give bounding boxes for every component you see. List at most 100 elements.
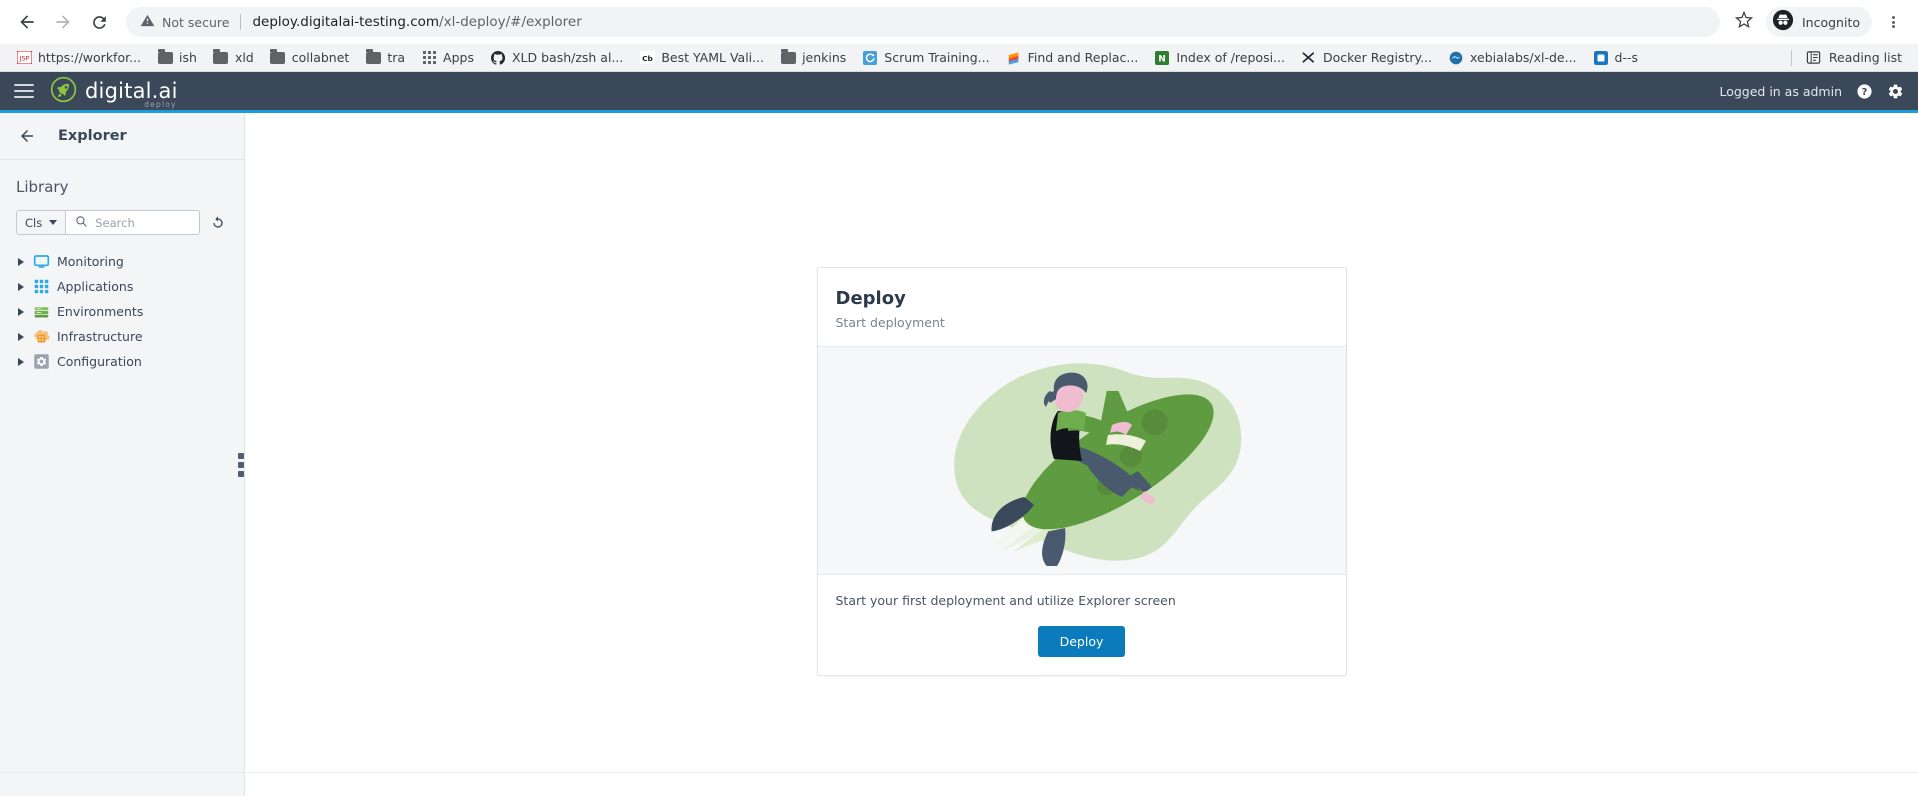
browser-toolbar: Not secure deploy.digitalai-testing.com/… — [0, 0, 1918, 44]
browser-menu-button[interactable] — [1878, 7, 1908, 37]
bookmark-item-apps[interactable]: Apps — [413, 47, 482, 69]
apps-grid-icon — [421, 50, 437, 66]
infrastructure-icon — [33, 328, 50, 345]
omnibox-divider — [240, 14, 242, 30]
browser-chrome: Not secure deploy.digitalai-testing.com/… — [0, 0, 1918, 72]
user-status-label: Logged in as admin — [1719, 83, 1842, 99]
deploy-card-header: Deploy Start deployment — [817, 268, 1346, 347]
hamburger-menu-icon[interactable] — [14, 84, 34, 98]
main-content: Deploy Start deployment Start your first… — [245, 113, 1918, 772]
bookmark-item[interactable]: Find and Replac... — [998, 47, 1147, 69]
profile-incognito-button[interactable]: Incognito — [1765, 7, 1872, 37]
bookmark-item[interactable]: xebialabs/xl-de... — [1440, 47, 1585, 69]
bookmarks-divider — [1790, 49, 1792, 66]
bookmark-item[interactable]: Cb Best YAML Vali... — [631, 47, 772, 69]
folder-icon — [365, 48, 381, 66]
triangle-right-icon[interactable] — [16, 282, 26, 291]
deploy-card: Deploy Start deployment Start your first… — [816, 267, 1347, 676]
monitor-icon — [33, 253, 50, 270]
bookmark-item[interactable]: JSP https://workfor... — [8, 47, 149, 69]
tree-item-infrastructure[interactable]: Infrastructure — [6, 324, 244, 349]
bookmark-label: Best YAML Vali... — [661, 50, 765, 65]
deploy-button-row: Deploy — [836, 625, 1328, 657]
address-bar[interactable]: Not secure deploy.digitalai-testing.com/… — [126, 7, 1720, 37]
bookmark-item[interactable]: Docker Registry... — [1293, 47, 1440, 69]
deploy-card-illustration — [817, 346, 1346, 575]
refresh-icon[interactable] — [208, 213, 228, 233]
tree-item-configuration[interactable]: Configuration — [6, 349, 244, 374]
bookmark-label: jenkins — [802, 50, 847, 65]
tree-item-label: Applications — [57, 279, 134, 294]
reload-icon — [90, 13, 109, 32]
bookmark-label: https://workfor... — [38, 50, 142, 65]
warning-triangle-icon — [140, 13, 155, 32]
sidebar-header: Explorer — [0, 113, 244, 160]
toolbar-right-group: Incognito — [1728, 6, 1908, 38]
brand-name: digital.ai deploy — [85, 78, 178, 109]
blue-square-icon — [1593, 50, 1609, 66]
triangle-right-icon[interactable] — [16, 257, 26, 266]
bookmark-label: Docker Registry... — [1322, 50, 1433, 65]
bookmark-button[interactable] — [1728, 6, 1760, 38]
page-bottom — [0, 772, 1918, 796]
explorer-sidebar: Explorer Library Cls Search Monitoring A… — [0, 113, 245, 772]
tree-item-applications[interactable]: Applications — [6, 274, 244, 299]
forward-button[interactable] — [46, 5, 80, 39]
bookmark-item[interactable]: XLD bash/zsh al... — [482, 47, 631, 69]
incognito-icon — [1772, 9, 1794, 35]
security-label: Not secure — [162, 14, 230, 30]
sublime-icon — [1006, 50, 1022, 66]
bookmark-item[interactable]: jenkins — [772, 47, 854, 69]
drag-handle-icon[interactable] — [238, 453, 244, 477]
security-indicator[interactable]: Not secure — [140, 13, 229, 32]
app-brand[interactable]: digital.ai deploy — [50, 76, 178, 109]
gear-icon[interactable] — [1887, 83, 1904, 100]
sidebar-back-button[interactable] — [18, 127, 36, 145]
bookmark-label: xebialabs/xl-de... — [1470, 50, 1577, 65]
tree-item-label: Monitoring — [57, 254, 124, 269]
workspace: Explorer Library Cls Search Monitoring A… — [0, 113, 1918, 772]
bookmark-item[interactable]: N Index of /reposi... — [1146, 47, 1293, 69]
search-input[interactable] — [95, 215, 190, 230]
jsp-favicon: JSP — [16, 50, 32, 66]
reading-list-button[interactable]: Reading list — [1798, 47, 1910, 69]
tree-item-label: Infrastructure — [57, 329, 143, 344]
library-heading: Library — [16, 178, 69, 196]
svg-text:N: N — [1159, 54, 1166, 64]
bookmark-label: Apps — [443, 50, 474, 65]
back-button[interactable] — [10, 5, 44, 39]
bookmark-item[interactable]: d--s — [1585, 47, 1646, 69]
tree-item-monitoring[interactable]: Monitoring — [6, 249, 244, 274]
help-circle-icon[interactable]: ? — [1856, 83, 1873, 100]
brand-sub-label: deploy — [144, 99, 177, 109]
bookmark-item[interactable]: Scrum Training... — [854, 47, 997, 69]
folder-icon — [157, 48, 173, 66]
chevron-down-icon — [49, 220, 58, 225]
triangle-right-icon[interactable] — [16, 357, 26, 366]
sidebar-resizer[interactable] — [238, 113, 245, 772]
triangle-right-icon[interactable] — [16, 307, 26, 316]
bookmark-label: collabnet — [291, 50, 350, 65]
bookmark-item[interactable]: collabnet — [262, 47, 358, 69]
triangle-right-icon[interactable] — [16, 332, 26, 341]
bookmark-item[interactable]: tra — [357, 47, 413, 69]
reload-button[interactable] — [82, 5, 116, 39]
tree-item-label: Configuration — [57, 354, 142, 369]
library-section: Library Cls — [0, 160, 244, 235]
bookmark-star-icon — [1734, 10, 1754, 33]
rocket-person-illustration — [872, 351, 1292, 570]
folder-icon — [780, 48, 796, 66]
tree-item-environments[interactable]: Environments — [6, 299, 244, 324]
folder-icon — [270, 48, 286, 66]
bookmark-item[interactable]: ish — [149, 47, 205, 69]
bookmark-label: Scrum Training... — [884, 50, 990, 65]
digitalai-rocket-logo — [50, 76, 77, 107]
configuration-icon — [33, 353, 50, 370]
deploy-button[interactable]: Deploy — [1037, 625, 1126, 657]
search-control: Cls — [16, 210, 200, 235]
filter-type-select[interactable]: Cls — [17, 211, 67, 234]
bookmark-item[interactable]: xld — [205, 47, 262, 69]
docker-x-icon — [1301, 50, 1317, 66]
svg-text:Cb: Cb — [642, 54, 653, 63]
xebialabs-icon — [1448, 50, 1464, 66]
